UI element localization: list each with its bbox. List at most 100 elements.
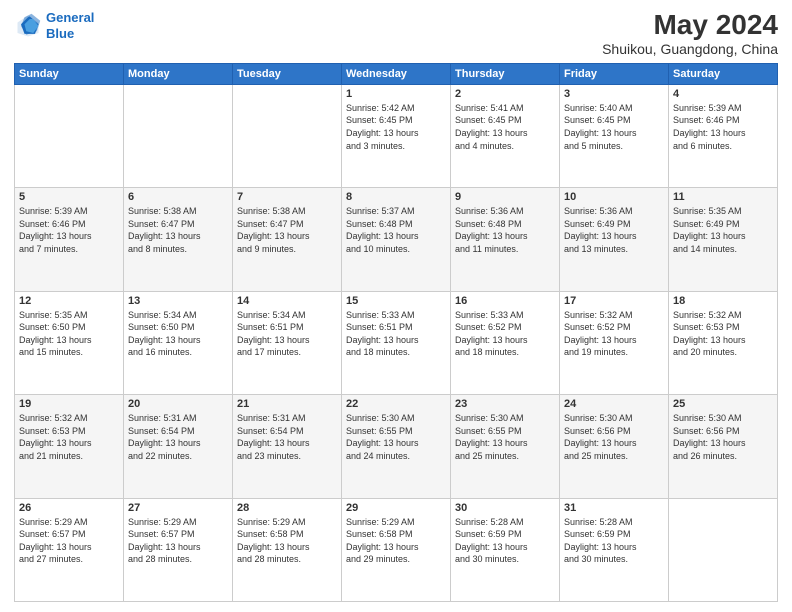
day-number: 6 xyxy=(128,191,228,203)
day-info: Sunrise: 5:38 AMSunset: 6:47 PMDaylight:… xyxy=(128,205,228,255)
day-info: Sunrise: 5:30 AMSunset: 6:55 PMDaylight:… xyxy=(346,412,446,462)
day-info: Sunrise: 5:31 AMSunset: 6:54 PMDaylight:… xyxy=(237,412,337,462)
header-monday: Monday xyxy=(124,63,233,84)
day-number: 15 xyxy=(346,295,446,307)
header-thursday: Thursday xyxy=(451,63,560,84)
calendar-cell: 23Sunrise: 5:30 AMSunset: 6:55 PMDayligh… xyxy=(451,395,560,498)
day-number: 5 xyxy=(19,191,119,203)
calendar-row-3: 19 Sunrise: 5:32 AMSunset: 6:53 PMDayligh… xyxy=(15,395,778,498)
day-info: Sunrise: 5:36 AMSunset: 6:49 PMDaylight:… xyxy=(564,205,664,255)
calendar-cell: 31 Sunrise: 5:28 AMSunset: 6:59 PMDayligh… xyxy=(560,498,669,601)
calendar-cell: 27 Sunrise: 5:29 AMSunset: 6:57 PMDayligh… xyxy=(124,498,233,601)
day-number: 1 xyxy=(346,88,446,100)
calendar-cell: 11 Sunrise: 5:35 AMSunset: 6:49 PMDayligh… xyxy=(669,188,778,291)
day-number: 13 xyxy=(128,295,228,307)
calendar-table: Sunday Monday Tuesday Wednesday Thursday… xyxy=(14,63,778,602)
calendar-cell: 19 Sunrise: 5:32 AMSunset: 6:53 PMDayligh… xyxy=(15,395,124,498)
day-info: Sunrise: 5:30 AMSunset: 6:56 PMDaylight:… xyxy=(564,412,664,462)
calendar-row-2: 12 Sunrise: 5:35 AMSunset: 6:50 PMDayligh… xyxy=(15,291,778,394)
calendar-cell: 4 Sunrise: 5:39 AMSunset: 6:46 PMDaylight… xyxy=(669,84,778,187)
day-number: 16 xyxy=(455,295,555,307)
calendar-cell: 12 Sunrise: 5:35 AMSunset: 6:50 PMDayligh… xyxy=(15,291,124,394)
calendar-cell: 7 Sunrise: 5:38 AMSunset: 6:47 PMDaylight… xyxy=(233,188,342,291)
day-info: Sunrise: 5:38 AMSunset: 6:47 PMDaylight:… xyxy=(237,205,337,255)
day-info: Sunrise: 5:33 AMSunset: 6:51 PMDaylight:… xyxy=(346,309,446,359)
calendar-cell: 26Sunrise: 5:29 AMSunset: 6:57 PMDayligh… xyxy=(15,498,124,601)
header-row: Sunday Monday Tuesday Wednesday Thursday… xyxy=(15,63,778,84)
day-info: Sunrise: 5:34 AMSunset: 6:51 PMDaylight:… xyxy=(237,309,337,359)
day-number: 10 xyxy=(564,191,664,203)
calendar-cell xyxy=(233,84,342,187)
day-info: Sunrise: 5:32 AMSunset: 6:52 PMDaylight:… xyxy=(564,309,664,359)
title-block: May 2024 Shuikou, Guangdong, China xyxy=(602,10,778,57)
logo-blue: Blue xyxy=(46,26,74,41)
day-info: Sunrise: 5:35 AMSunset: 6:50 PMDaylight:… xyxy=(19,309,119,359)
day-info: Sunrise: 5:32 AMSunset: 6:53 PMDaylight:… xyxy=(19,412,119,462)
day-number: 21 xyxy=(237,398,337,410)
header: General Blue May 2024 Shuikou, Guangdong… xyxy=(14,10,778,57)
day-info: Sunrise: 5:29 AMSunset: 6:58 PMDaylight:… xyxy=(237,516,337,566)
calendar-cell xyxy=(15,84,124,187)
logo-text: General Blue xyxy=(46,10,94,41)
header-friday: Friday xyxy=(560,63,669,84)
day-info: Sunrise: 5:30 AMSunset: 6:56 PMDaylight:… xyxy=(673,412,773,462)
day-info: Sunrise: 5:34 AMSunset: 6:50 PMDaylight:… xyxy=(128,309,228,359)
calendar-cell xyxy=(124,84,233,187)
day-info: Sunrise: 5:40 AMSunset: 6:45 PMDaylight:… xyxy=(564,102,664,152)
day-info: Sunrise: 5:39 AMSunset: 6:46 PMDaylight:… xyxy=(673,102,773,152)
day-number: 8 xyxy=(346,191,446,203)
day-number: 31 xyxy=(564,502,664,514)
calendar-cell: 18Sunrise: 5:32 AMSunset: 6:53 PMDayligh… xyxy=(669,291,778,394)
day-info: Sunrise: 5:29 AMSunset: 6:58 PMDaylight:… xyxy=(346,516,446,566)
logo-icon xyxy=(14,12,42,40)
main-title: May 2024 xyxy=(602,10,778,41)
calendar-cell: 5Sunrise: 5:39 AMSunset: 6:46 PMDaylight… xyxy=(15,188,124,291)
page: General Blue May 2024 Shuikou, Guangdong… xyxy=(0,0,792,612)
calendar-cell: 16 Sunrise: 5:33 AMSunset: 6:52 PMDayligh… xyxy=(451,291,560,394)
day-info: Sunrise: 5:29 AMSunset: 6:57 PMDaylight:… xyxy=(128,516,228,566)
day-info: Sunrise: 5:28 AMSunset: 6:59 PMDaylight:… xyxy=(564,516,664,566)
day-number: 12 xyxy=(19,295,119,307)
calendar-cell: 15 Sunrise: 5:33 AMSunset: 6:51 PMDayligh… xyxy=(342,291,451,394)
day-info: Sunrise: 5:41 AMSunset: 6:45 PMDaylight:… xyxy=(455,102,555,152)
day-number: 7 xyxy=(237,191,337,203)
day-number: 25 xyxy=(673,398,773,410)
calendar-cell: 24Sunrise: 5:30 AMSunset: 6:56 PMDayligh… xyxy=(560,395,669,498)
day-info: Sunrise: 5:37 AMSunset: 6:48 PMDaylight:… xyxy=(346,205,446,255)
header-wednesday: Wednesday xyxy=(342,63,451,84)
calendar-cell: 1Sunrise: 5:42 AMSunset: 6:45 PMDaylight… xyxy=(342,84,451,187)
day-info: Sunrise: 5:32 AMSunset: 6:53 PMDaylight:… xyxy=(673,309,773,359)
calendar-row-0: 1Sunrise: 5:42 AMSunset: 6:45 PMDaylight… xyxy=(15,84,778,187)
header-sunday: Sunday xyxy=(15,63,124,84)
calendar-cell: 9Sunrise: 5:36 AMSunset: 6:48 PMDaylight… xyxy=(451,188,560,291)
day-number: 26 xyxy=(19,502,119,514)
day-info: Sunrise: 5:33 AMSunset: 6:52 PMDaylight:… xyxy=(455,309,555,359)
day-number: 19 xyxy=(19,398,119,410)
calendar-cell: 14Sunrise: 5:34 AMSunset: 6:51 PMDayligh… xyxy=(233,291,342,394)
day-number: 29 xyxy=(346,502,446,514)
day-number: 22 xyxy=(346,398,446,410)
calendar-cell: 28Sunrise: 5:29 AMSunset: 6:58 PMDayligh… xyxy=(233,498,342,601)
day-number: 17 xyxy=(564,295,664,307)
subtitle: Shuikou, Guangdong, China xyxy=(602,41,778,57)
calendar-cell xyxy=(669,498,778,601)
day-number: 4 xyxy=(673,88,773,100)
calendar-cell: 29 Sunrise: 5:29 AMSunset: 6:58 PMDayligh… xyxy=(342,498,451,601)
day-info: Sunrise: 5:35 AMSunset: 6:49 PMDaylight:… xyxy=(673,205,773,255)
header-saturday: Saturday xyxy=(669,63,778,84)
day-number: 11 xyxy=(673,191,773,203)
header-tuesday: Tuesday xyxy=(233,63,342,84)
calendar-row-1: 5Sunrise: 5:39 AMSunset: 6:46 PMDaylight… xyxy=(15,188,778,291)
day-number: 27 xyxy=(128,502,228,514)
calendar-cell: 13 Sunrise: 5:34 AMSunset: 6:50 PMDayligh… xyxy=(124,291,233,394)
calendar-cell: 21 Sunrise: 5:31 AMSunset: 6:54 PMDayligh… xyxy=(233,395,342,498)
calendar-cell: 2 Sunrise: 5:41 AMSunset: 6:45 PMDaylight… xyxy=(451,84,560,187)
calendar-row-4: 26 Sunrise: 5:29 AMSunset: 6:57 PMDayligh… xyxy=(15,498,778,601)
day-number: 20 xyxy=(128,398,228,410)
day-number: 9 xyxy=(455,191,555,203)
logo: General Blue xyxy=(14,10,94,41)
calendar-cell: 22 Sunrise: 5:30 AMSunset: 6:55 PMDayligh… xyxy=(342,395,451,498)
calendar-cell: 20Sunrise: 5:31 AMSunset: 6:54 PMDayligh… xyxy=(124,395,233,498)
day-info: Sunrise: 5:30 AMSunset: 6:55 PMDaylight:… xyxy=(455,412,555,462)
day-number: 2 xyxy=(455,88,555,100)
